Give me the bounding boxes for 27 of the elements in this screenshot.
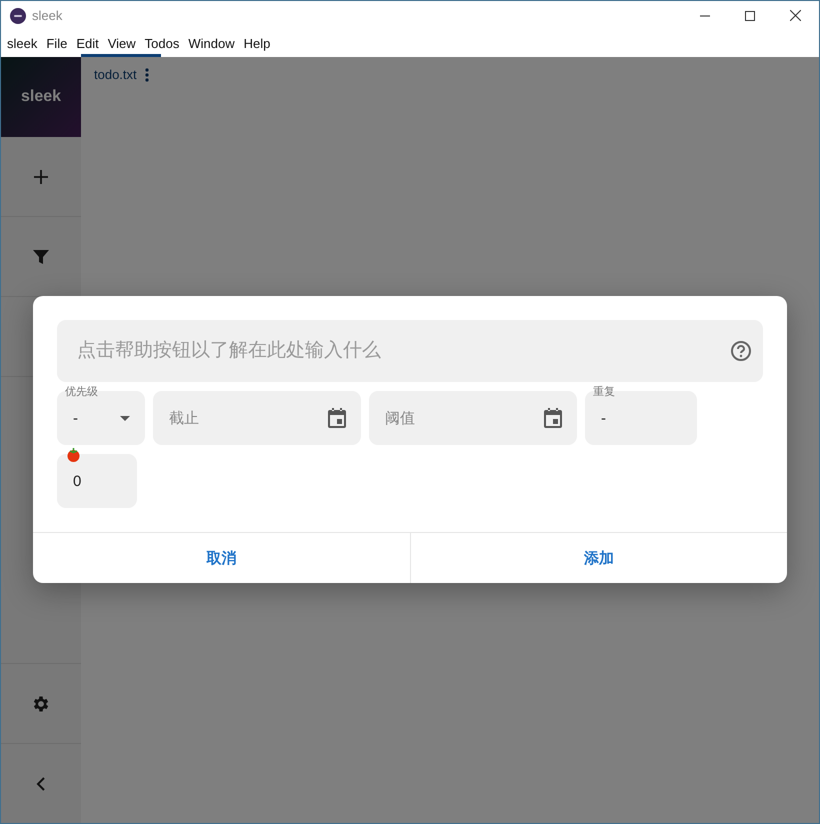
dialog-button[interactable]: 取消	[33, 533, 410, 583]
tomato-icon	[66, 448, 81, 462]
sidebar-logo: sleek	[1, 57, 81, 137]
menu-item[interactable]: Todos	[144, 36, 180, 51]
menu-item[interactable]: Window	[188, 36, 235, 51]
menu-item[interactable]: Help	[244, 36, 270, 51]
dialog-button[interactable]: 添加	[410, 533, 787, 583]
window-title: sleek	[32, 8, 62, 23]
app-logo-icon	[10, 8, 26, 24]
close-icon[interactable]	[790, 10, 801, 21]
menu-item[interactable]: File	[46, 36, 68, 51]
calendar-icon[interactable]	[544, 408, 562, 428]
more-icon[interactable]	[144, 68, 149, 82]
file-tab[interactable]: todo.txt	[81, 54, 161, 88]
menu-item[interactable]: Edit	[76, 36, 99, 51]
menu-item[interactable]: sleek	[7, 36, 38, 51]
pomodoro-field[interactable]: 0	[57, 454, 137, 508]
settings-icon[interactable]	[31, 694, 51, 714]
add-icon[interactable]	[33, 168, 49, 184]
chevron-left-icon[interactable]	[36, 776, 46, 790]
dropdown-caret-icon	[120, 416, 130, 420]
help-icon[interactable]	[730, 340, 752, 362]
filter-icon[interactable]	[33, 248, 49, 264]
todo-input-field[interactable]: 点击帮助按钮以了解在此处输入什么	[57, 320, 763, 382]
calendar-icon[interactable]	[328, 408, 346, 428]
menu-item[interactable]: View	[108, 36, 136, 51]
maximize-icon[interactable]	[745, 10, 755, 20]
